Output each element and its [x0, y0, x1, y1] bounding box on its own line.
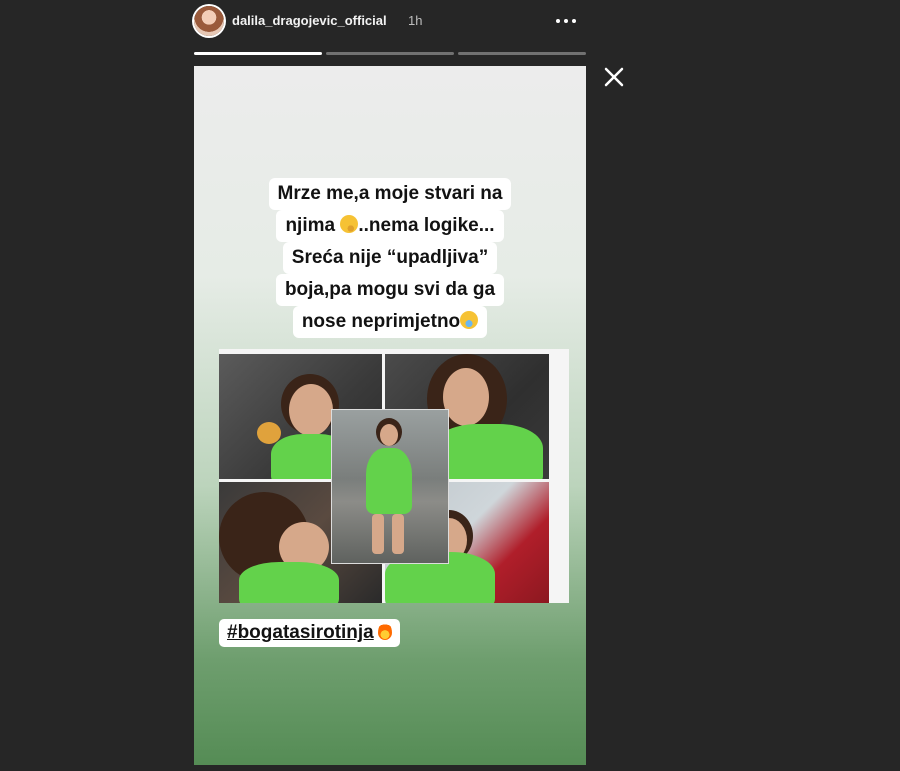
fire-emoji [377, 622, 392, 640]
hashtag-sticker[interactable]: #bogatasirotinja [219, 619, 400, 647]
progress-segment [458, 52, 586, 55]
collage-photo-center [331, 409, 449, 564]
story-progress-bar [194, 52, 586, 55]
more-options-icon[interactable] [556, 12, 578, 30]
thinking-face-emoji [340, 215, 359, 233]
caption-line: Sreća nije “upadljiva” [282, 242, 498, 274]
username[interactable]: dalila_dragojevic_official [232, 13, 387, 28]
caption-line: nose neprimjetno [292, 306, 488, 338]
story-header: dalila_dragojevic_official 1h [194, 0, 586, 42]
close-icon[interactable] [603, 66, 625, 88]
caption-line: Mrze me,a moje stvari na [268, 178, 512, 210]
progress-segment [194, 52, 322, 55]
story-panel[interactable]: Mrze me,a moje stvari na njima ..nema lo… [194, 66, 586, 765]
hashtag-text[interactable]: #bogatasirotinja [227, 622, 374, 643]
profile-avatar[interactable] [194, 6, 224, 36]
caption-line: boja,pa mogu svi da ga [275, 274, 505, 306]
story-timestamp: 1h [408, 13, 423, 28]
caption-line: njima ..nema logike... [276, 210, 504, 242]
tears-of-joy-emoji [460, 311, 479, 329]
story-caption: Mrze me,a moje stvari na njima ..nema lo… [194, 178, 586, 338]
photo-collage [219, 349, 569, 603]
progress-segment [326, 52, 454, 55]
